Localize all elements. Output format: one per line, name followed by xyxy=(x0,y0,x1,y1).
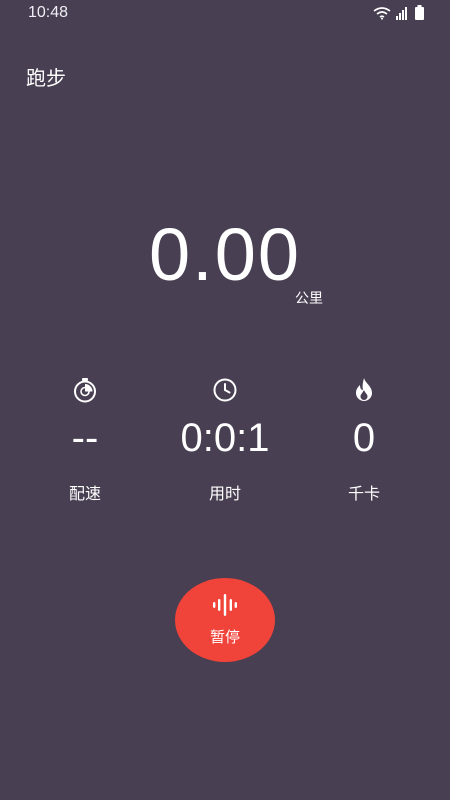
battery-icon xyxy=(415,5,424,24)
status-bar: 10:48 xyxy=(0,0,450,28)
stat-calories: 0 千卡 xyxy=(294,376,434,504)
flame-icon xyxy=(294,376,434,404)
status-icons xyxy=(373,5,424,24)
stats-row: -- 配速 0:0:1 用时 0 千卡 xyxy=(0,376,450,516)
signal-icon xyxy=(396,5,410,24)
distance-unit: 公里 xyxy=(295,291,323,307)
calories-label: 千卡 xyxy=(347,484,380,503)
pace-value: -- xyxy=(71,416,99,460)
page-title: 跑步 xyxy=(26,66,66,90)
duration-value: 0:0:1 xyxy=(180,416,270,460)
stopwatch-icon xyxy=(15,376,155,404)
pace-label: 配速 xyxy=(68,484,101,503)
pause-button[interactable]: 暂停 xyxy=(175,578,275,662)
voice-wave-icon xyxy=(212,593,238,620)
clock-icon xyxy=(155,376,295,404)
pause-label: 暂停 xyxy=(209,627,240,646)
duration-label: 用时 xyxy=(208,484,241,503)
distance-value: 0.00 xyxy=(148,213,302,296)
calories-value: 0 xyxy=(352,416,376,460)
stat-duration: 0:0:1 用时 xyxy=(155,376,295,504)
status-time: 10:48 xyxy=(28,4,69,21)
wifi-icon xyxy=(373,5,391,24)
stat-pace: -- 配速 xyxy=(15,376,155,504)
